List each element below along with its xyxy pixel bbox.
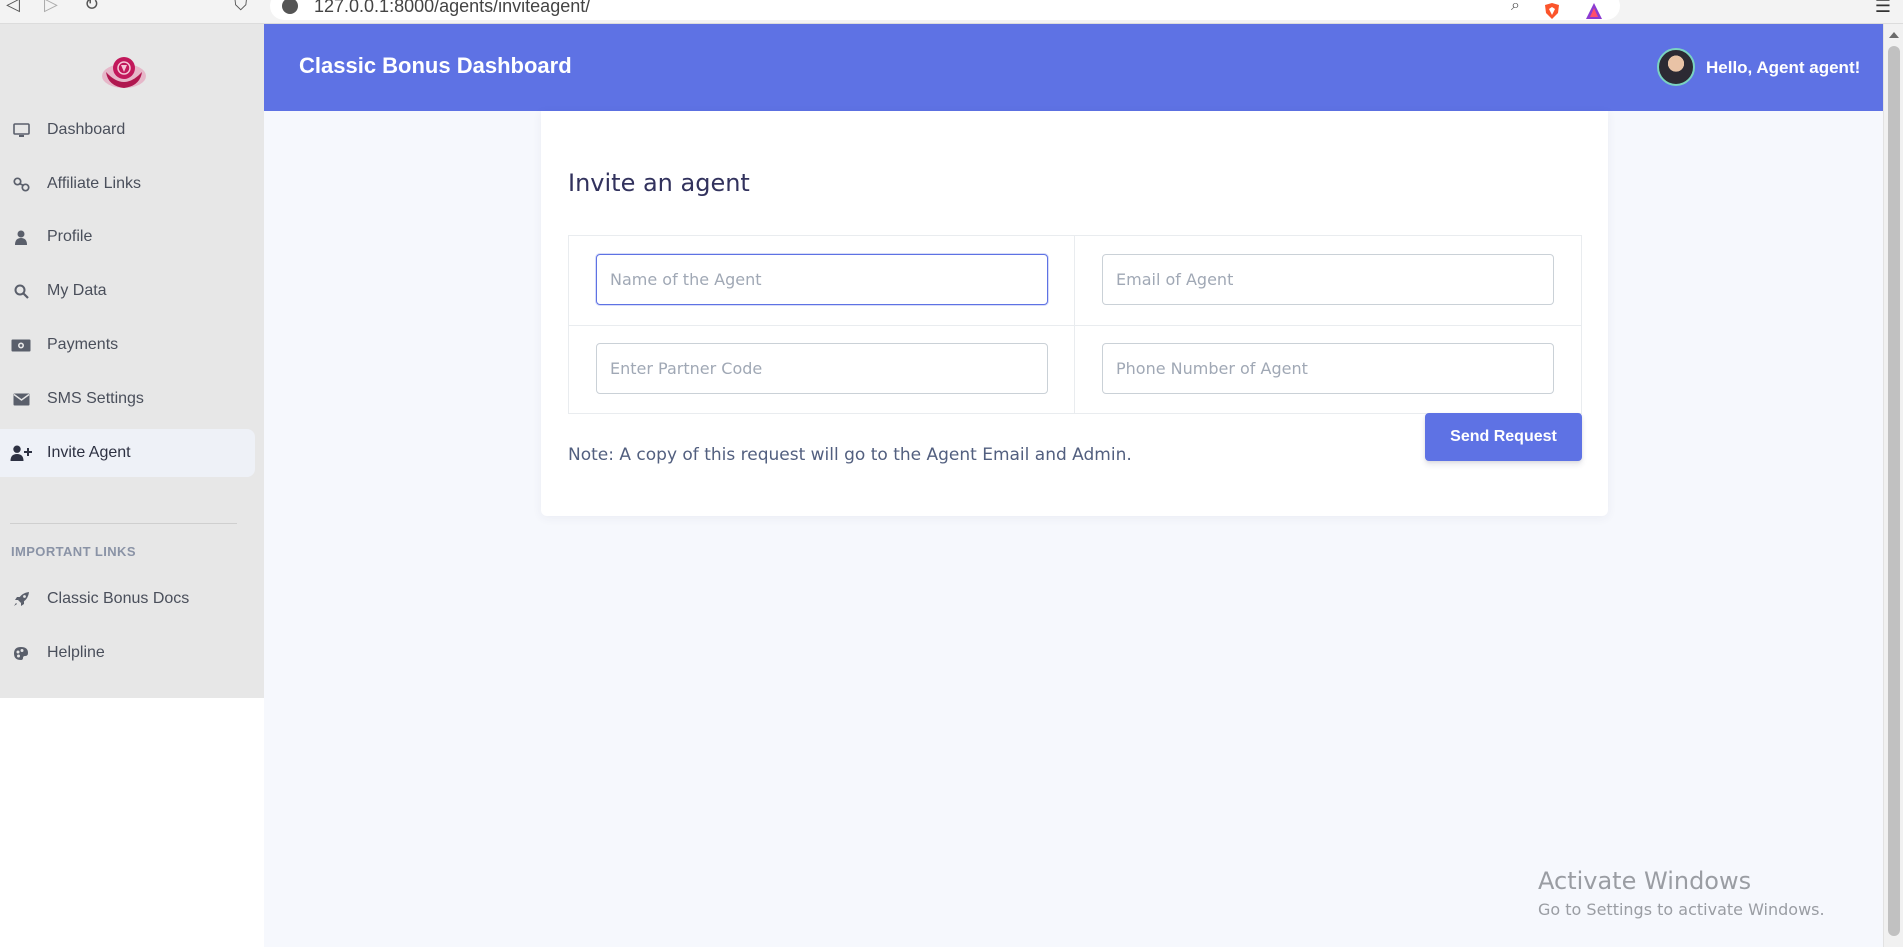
- sidebar-item-my-data[interactable]: My Data: [0, 267, 255, 315]
- sidebar-divider: [10, 523, 237, 524]
- page-scrollbar[interactable]: [1883, 24, 1903, 947]
- agent-email-field[interactable]: [1102, 254, 1554, 305]
- sidebar-item-payments[interactable]: Payments: [0, 321, 255, 369]
- forward-icon[interactable]: ▷: [44, 0, 58, 15]
- sidebar-item-invite-agent[interactable]: Invite Agent: [0, 429, 255, 477]
- activate-windows-subtitle: Go to Settings to activate Windows.: [1538, 900, 1825, 919]
- reload-icon[interactable]: ↻: [84, 0, 99, 15]
- envelope-icon: [10, 390, 32, 408]
- money-icon: [10, 336, 32, 354]
- form-row-divider: [569, 325, 1581, 326]
- partner-code-field[interactable]: [596, 343, 1048, 394]
- link-icon: [10, 175, 32, 193]
- sidebar-item-label: Invite Agent: [47, 444, 131, 461]
- sidebar-item-label: Dashboard: [47, 121, 126, 138]
- palette-icon: [10, 644, 32, 662]
- sidebar-item-helpline[interactable]: Helpline: [0, 629, 255, 677]
- sidebar-item-sms-settings[interactable]: SMS Settings: [0, 375, 255, 423]
- avatar[interactable]: [1657, 48, 1695, 86]
- browser-toolbar: ◁ ▷ ↻ ⛉ 127.0.0.1:8000/agents/inviteagen…: [0, 0, 1903, 24]
- sidebar-item-affiliate-links[interactable]: Affiliate Links: [0, 160, 255, 208]
- search-icon: [10, 282, 32, 300]
- brand-logo[interactable]: [100, 52, 148, 90]
- sidebar-item-label: Profile: [47, 228, 93, 245]
- scrollbar-thumb[interactable]: [1888, 46, 1900, 936]
- sidebar: Dashboard Affiliate Links Profile My Dat…: [0, 24, 264, 698]
- sidebar-item-label: My Data: [47, 282, 107, 299]
- sidebar-item-label: Payments: [47, 336, 119, 353]
- rewards-triangle-icon[interactable]: [1585, 2, 1603, 20]
- address-bar[interactable]: 127.0.0.1:8000/agents/inviteagent/ ⌕: [270, 0, 1620, 20]
- back-icon[interactable]: ◁: [6, 0, 20, 15]
- activate-windows-title: Activate Windows: [1538, 867, 1752, 895]
- sidebar-item-label: SMS Settings: [47, 390, 144, 407]
- sidebar-item-dashboard[interactable]: Dashboard: [0, 106, 255, 154]
- rocket-icon: [10, 590, 32, 608]
- page-title: Classic Bonus Dashboard: [299, 53, 572, 78]
- user-icon: [10, 228, 32, 246]
- monitor-icon: [10, 121, 32, 139]
- sidebar-item-label: Classic Bonus Docs: [47, 590, 190, 607]
- invite-agent-card: Invite an agent Send Request Note: A cop…: [541, 111, 1608, 516]
- site-info-icon[interactable]: [282, 0, 298, 14]
- agent-name-field[interactable]: [596, 254, 1048, 305]
- brave-shield-icon[interactable]: [1543, 2, 1561, 20]
- browser-menu-icon[interactable]: ☰: [1875, 0, 1891, 17]
- scroll-up-arrow-icon[interactable]: [1889, 32, 1899, 38]
- send-request-button[interactable]: Send Request: [1425, 413, 1582, 461]
- invite-form-table: [568, 235, 1582, 414]
- request-note: Note: A copy of this request will go to …: [568, 445, 1132, 465]
- top-header: Classic Bonus Dashboard Hello, Agent age…: [264, 24, 1883, 111]
- important-links-heading: IMPORTANT LINKS: [11, 544, 136, 559]
- user-plus-icon: [10, 444, 32, 462]
- sidebar-item-label: Helpline: [47, 644, 105, 661]
- card-title: Invite an agent: [568, 169, 750, 197]
- bookmark-icon[interactable]: ⛉: [234, 0, 248, 15]
- sidebar-item-classic-bonus-docs[interactable]: Classic Bonus Docs: [0, 575, 255, 623]
- sidebar-item-profile[interactable]: Profile: [0, 213, 255, 261]
- sidebar-item-label: Affiliate Links: [47, 175, 141, 192]
- sidebar-blank-area: [0, 698, 264, 947]
- agent-phone-field[interactable]: [1102, 343, 1554, 394]
- url-text[interactable]: 127.0.0.1:8000/agents/inviteagent/: [314, 0, 590, 17]
- user-greeting[interactable]: Hello, Agent agent!: [1706, 58, 1860, 78]
- zoom-search-icon[interactable]: ⌕: [1511, 0, 1520, 15]
